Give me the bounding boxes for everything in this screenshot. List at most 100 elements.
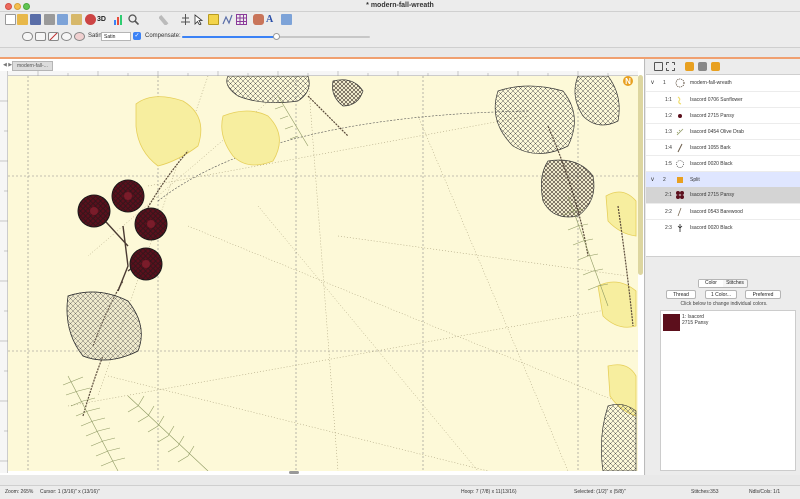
status-zoom: Zoom: 265% bbox=[5, 489, 34, 495]
preferred-button[interactable]: Preferred bbox=[745, 290, 781, 299]
vertical-scroll-thumb[interactable] bbox=[638, 75, 643, 275]
row-label: Isacord 2715 Pansy bbox=[690, 192, 735, 198]
list-item-group[interactable]: v 2 Split bbox=[646, 171, 800, 187]
thread-icon bbox=[677, 207, 682, 217]
list-item[interactable]: 2:3 Isacord 0020 Black bbox=[646, 219, 800, 235]
status-hoop: Hoop: 7 (7/8) x 11(13/16) bbox=[461, 489, 517, 495]
satin-select[interactable]: Satin bbox=[101, 32, 131, 41]
new-file-icon[interactable] bbox=[5, 14, 16, 25]
compensate-label: Compensate: bbox=[145, 33, 181, 39]
rect-select-button[interactable] bbox=[35, 32, 46, 41]
color-list[interactable]: 1: Isacord 2715 Pansy bbox=[660, 310, 796, 471]
pointer-icon[interactable] bbox=[193, 14, 204, 26]
ungroup-icon[interactable] bbox=[666, 62, 675, 71]
row-number: 2:1 bbox=[665, 192, 672, 198]
open-folder-icon[interactable] bbox=[17, 14, 28, 25]
thread-icon bbox=[677, 143, 683, 153]
row-label: modern-fall-wreath bbox=[690, 80, 732, 86]
lock-icon[interactable] bbox=[685, 62, 694, 71]
sequence-list[interactable]: v 1 modern-fall-wreath 1:1 Isacord 0706 … bbox=[646, 75, 800, 257]
wreath-icon bbox=[675, 78, 685, 88]
property-toolbar: Satin: Satin ✓ Compensate: bbox=[0, 28, 800, 48]
list-item[interactable]: 2:2 Isacord 0543 Barewood bbox=[646, 203, 800, 219]
tab-stitches[interactable]: Stitches bbox=[723, 280, 747, 287]
status-selected: Selected: (1/2)" x (5/8)" bbox=[574, 489, 626, 495]
template-icon[interactable] bbox=[208, 14, 219, 25]
one-color-button[interactable]: 1 Color... bbox=[705, 290, 737, 299]
thread-icon bbox=[676, 128, 684, 136]
save-icon[interactable] bbox=[30, 14, 41, 25]
color-hint: Click below to change individual colors. bbox=[680, 301, 768, 307]
reverse-tool-button[interactable] bbox=[74, 32, 85, 41]
tree-icon[interactable] bbox=[180, 14, 191, 25]
3d-view-icon[interactable]: 3D bbox=[97, 14, 110, 25]
sequence-toolbar bbox=[646, 59, 800, 75]
row-label: Isacord 0543 Barewood bbox=[690, 209, 743, 215]
row-number: 1 bbox=[663, 80, 666, 86]
row-label: Isacord 0020 Black bbox=[690, 225, 733, 231]
list-item[interactable]: 1:1 Isacord 0706 Sunflower bbox=[646, 91, 800, 107]
row-number: 1:1 bbox=[665, 97, 672, 103]
row-number: 2:2 bbox=[665, 209, 672, 215]
status-ndls-cols: Ndls/Cols: 1/1 bbox=[749, 489, 781, 495]
compensate-slider-fill bbox=[182, 36, 276, 38]
paste-icon[interactable] bbox=[71, 14, 82, 25]
list-item[interactable]: 1:5 Isacord 0020 Black bbox=[646, 155, 800, 171]
tab-color[interactable]: Color bbox=[699, 280, 723, 287]
ruler-icon[interactable] bbox=[158, 14, 170, 26]
row-label: Split bbox=[690, 177, 700, 183]
swatch-label: 1: Isacord 2715 Pansy bbox=[682, 314, 708, 326]
left-ruler bbox=[0, 71, 8, 473]
thread-button[interactable]: Thread bbox=[666, 290, 696, 299]
row-number: 2:3 bbox=[665, 225, 672, 231]
row-number: 1:2 bbox=[665, 113, 672, 119]
text-a-icon[interactable]: A bbox=[266, 14, 277, 25]
berries-icon bbox=[676, 191, 684, 199]
row-number: 1:5 bbox=[665, 161, 672, 167]
row-number: 1:4 bbox=[665, 145, 672, 151]
info-icon[interactable] bbox=[281, 14, 292, 25]
expander[interactable]: v bbox=[651, 80, 654, 86]
compensate-slider-knob[interactable] bbox=[272, 33, 280, 40]
row-label: Isacord 1055 Bark bbox=[690, 145, 731, 151]
group-icon[interactable] bbox=[654, 62, 663, 71]
compass-icon[interactable]: N bbox=[623, 76, 633, 86]
list-item-group[interactable]: v 1 modern-fall-wreath bbox=[646, 75, 800, 91]
list-item[interactable]: 1:3 Isacord 0454 Olive Drab bbox=[646, 123, 800, 139]
embroidery-design[interactable]: N bbox=[8, 76, 638, 471]
thread-icon bbox=[677, 96, 682, 105]
design-canvas[interactable]: ◀ ▶ modern-fall-... N bbox=[0, 59, 645, 475]
refresh-icon[interactable] bbox=[85, 14, 96, 25]
color-stitches-tabs: Color Stitches bbox=[698, 279, 748, 288]
thread-icon bbox=[676, 160, 684, 168]
expander[interactable]: v bbox=[651, 177, 654, 183]
status-stitches: Stitches:353 bbox=[691, 489, 719, 495]
vertical-scrollbar[interactable] bbox=[638, 75, 643, 470]
copy-icon[interactable] bbox=[57, 14, 68, 25]
satin-checkbox[interactable]: ✓ bbox=[133, 32, 141, 40]
bar-chart-icon[interactable] bbox=[113, 14, 124, 25]
search-zoom-icon[interactable] bbox=[128, 14, 140, 26]
line-select-button[interactable] bbox=[48, 32, 59, 41]
color-swatch[interactable] bbox=[663, 314, 680, 331]
swatch-line2: 2715 Pansy bbox=[682, 320, 709, 326]
row-label: Isacord 0020 Black bbox=[690, 161, 733, 167]
list-item[interactable]: 1:2 Isacord 2715 Pansy bbox=[646, 107, 800, 123]
thread-icon bbox=[677, 224, 683, 232]
lock-all-icon[interactable] bbox=[711, 62, 720, 71]
unlock-icon[interactable] bbox=[698, 62, 707, 71]
applique-icon[interactable] bbox=[253, 14, 264, 25]
list-item-selected[interactable]: 2:1 Isacord 2715 Pansy bbox=[646, 187, 800, 203]
list-item[interactable]: 1:4 Isacord 1055 Bark bbox=[646, 139, 800, 155]
node-tool-button[interactable] bbox=[61, 32, 72, 41]
print-icon[interactable] bbox=[44, 14, 55, 25]
grid-icon[interactable] bbox=[236, 14, 247, 25]
compensate-slider[interactable] bbox=[182, 33, 370, 40]
horizontal-scroll-grip[interactable] bbox=[289, 471, 299, 474]
tab-nav-arrows[interactable]: ◀ ▶ bbox=[3, 62, 12, 68]
status-bar: Zoom: 265% Cursor: 1 (3/16)" x (13/16)" … bbox=[0, 485, 800, 499]
design-tab[interactable]: modern-fall-... bbox=[12, 61, 53, 71]
color-panel: Color Stitches Thread 1 Color... Preferr… bbox=[651, 275, 797, 473]
lasso-select-button[interactable] bbox=[22, 32, 33, 41]
stitch-editor-icon[interactable] bbox=[222, 14, 233, 25]
